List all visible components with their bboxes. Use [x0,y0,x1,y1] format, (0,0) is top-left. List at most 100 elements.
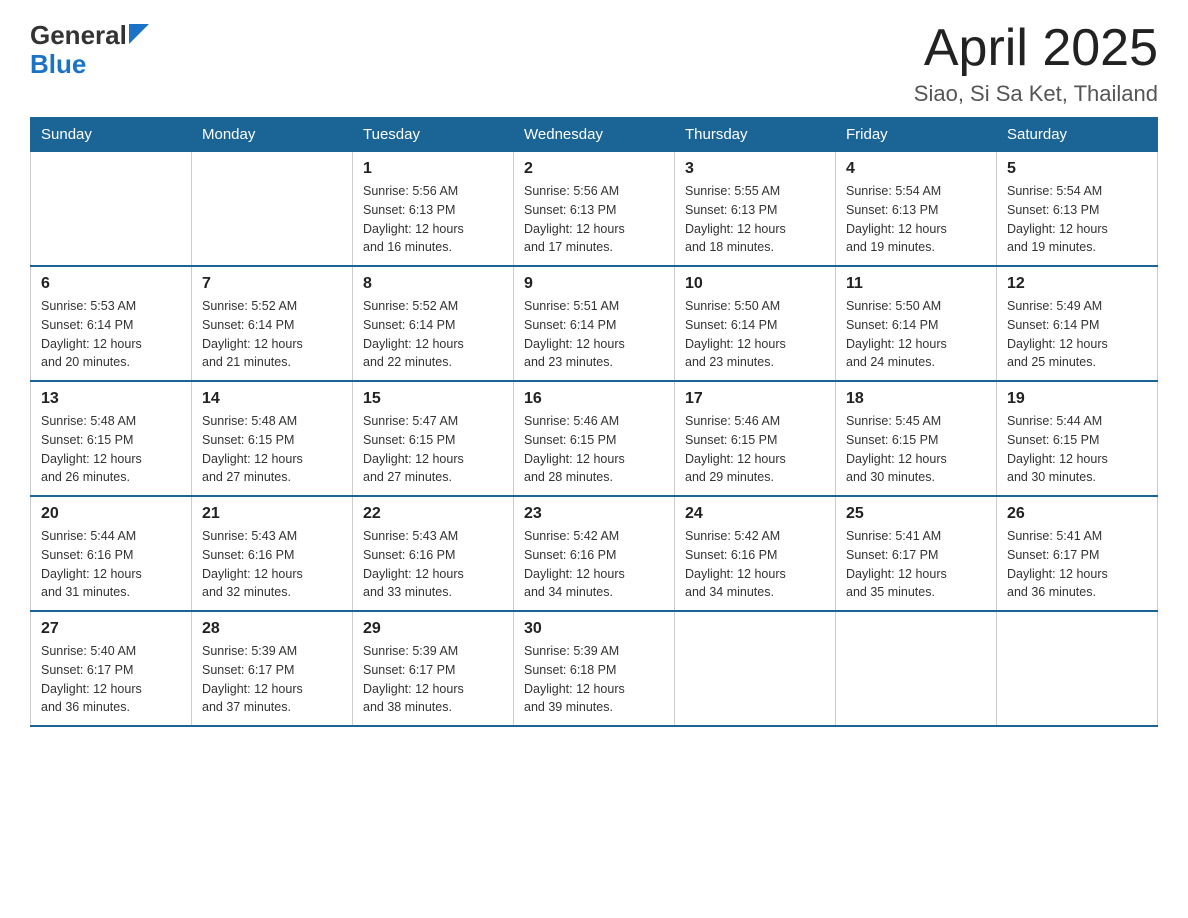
day-number: 27 [41,620,181,638]
day-info: Sunrise: 5:48 AM Sunset: 6:15 PM Dayligh… [41,412,181,487]
calendar-cell: 23 Sunrise: 5:42 AM Sunset: 6:16 PM Dayli… [514,496,675,611]
day-info: Sunrise: 5:42 AM Sunset: 6:16 PM Dayligh… [685,527,825,602]
calendar-cell [836,611,997,726]
day-number: 19 [1007,390,1147,408]
day-number: 1 [363,160,503,178]
day-info: Sunrise: 5:48 AM Sunset: 6:15 PM Dayligh… [202,412,342,487]
calendar-cell: 4 Sunrise: 5:54 AM Sunset: 6:13 PM Daylig… [836,152,997,267]
calendar-cell: 10 Sunrise: 5:50 AM Sunset: 6:14 PM Dayli… [675,266,836,381]
calendar-cell: 5 Sunrise: 5:54 AM Sunset: 6:13 PM Daylig… [997,152,1158,267]
header-saturday: Saturday [997,118,1158,152]
calendar-cell: 8 Sunrise: 5:52 AM Sunset: 6:14 PM Daylig… [353,266,514,381]
day-number: 22 [363,505,503,523]
day-info: Sunrise: 5:50 AM Sunset: 6:14 PM Dayligh… [846,297,986,372]
day-info: Sunrise: 5:41 AM Sunset: 6:17 PM Dayligh… [846,527,986,602]
day-info: Sunrise: 5:54 AM Sunset: 6:13 PM Dayligh… [1007,182,1147,257]
calendar-week-row: 13 Sunrise: 5:48 AM Sunset: 6:15 PM Dayli… [31,381,1158,496]
day-number: 10 [685,275,825,293]
day-number: 6 [41,275,181,293]
day-info: Sunrise: 5:40 AM Sunset: 6:17 PM Dayligh… [41,642,181,717]
logo-triangle-icon [129,24,149,44]
calendar-cell: 18Sunrise: 5:45 AM Sunset: 6:15 PM Dayli… [836,381,997,496]
day-number: 12 [1007,275,1147,293]
day-info: Sunrise: 5:44 AM Sunset: 6:15 PM Dayligh… [1007,412,1147,487]
day-number: 30 [524,620,664,638]
calendar-cell: 22 Sunrise: 5:43 AM Sunset: 6:16 PM Dayli… [353,496,514,611]
calendar-week-row: 27 Sunrise: 5:40 AM Sunset: 6:17 PM Dayli… [31,611,1158,726]
day-number: 9 [524,275,664,293]
day-info: Sunrise: 5:51 AM Sunset: 6:14 PM Dayligh… [524,297,664,372]
day-info: Sunrise: 5:53 AM Sunset: 6:14 PM Dayligh… [41,297,181,372]
day-info: Sunrise: 5:39 AM Sunset: 6:18 PM Dayligh… [524,642,664,717]
day-info: Sunrise: 5:55 AM Sunset: 6:13 PM Dayligh… [685,182,825,257]
day-number: 3 [685,160,825,178]
logo-general: General [30,20,127,51]
header-sunday: Sunday [31,118,192,152]
calendar-week-row: 20 Sunrise: 5:44 AM Sunset: 6:16 PM Dayli… [31,496,1158,611]
header-friday: Friday [836,118,997,152]
calendar-cell [997,611,1158,726]
calendar-cell: 12 Sunrise: 5:49 AM Sunset: 6:14 PM Dayli… [997,266,1158,381]
calendar-week-row: 6 Sunrise: 5:53 AM Sunset: 6:14 PM Daylig… [31,266,1158,381]
calendar-cell: 14 Sunrise: 5:48 AM Sunset: 6:15 PM Dayli… [192,381,353,496]
day-number: 23 [524,505,664,523]
day-info: Sunrise: 5:56 AM Sunset: 6:13 PM Dayligh… [524,182,664,257]
day-info: Sunrise: 5:56 AM Sunset: 6:13 PM Dayligh… [363,182,503,257]
day-number: 13 [41,390,181,408]
day-info: Sunrise: 5:52 AM Sunset: 6:14 PM Dayligh… [363,297,503,372]
day-number: 5 [1007,160,1147,178]
day-number: 24 [685,505,825,523]
calendar-cell: 11 Sunrise: 5:50 AM Sunset: 6:14 PM Dayli… [836,266,997,381]
day-info: Sunrise: 5:47 AM Sunset: 6:15 PM Dayligh… [363,412,503,487]
day-number: 18 [846,390,986,408]
calendar-cell: 27 Sunrise: 5:40 AM Sunset: 6:17 PM Dayli… [31,611,192,726]
day-number: 8 [363,275,503,293]
calendar-cell: 24 Sunrise: 5:42 AM Sunset: 6:16 PM Dayli… [675,496,836,611]
calendar-cell: 17Sunrise: 5:46 AM Sunset: 6:15 PM Dayli… [675,381,836,496]
day-number: 28 [202,620,342,638]
calendar-table: SundayMondayTuesdayWednesdayThursdayFrid… [30,117,1158,727]
day-info: Sunrise: 5:50 AM Sunset: 6:14 PM Dayligh… [685,297,825,372]
day-info: Sunrise: 5:54 AM Sunset: 6:13 PM Dayligh… [846,182,986,257]
calendar-header-row: SundayMondayTuesdayWednesdayThursdayFrid… [31,118,1158,152]
calendar-cell [31,152,192,267]
calendar-cell: 1 Sunrise: 5:56 AM Sunset: 6:13 PM Daylig… [353,152,514,267]
day-info: Sunrise: 5:49 AM Sunset: 6:14 PM Dayligh… [1007,297,1147,372]
calendar-cell: 28Sunrise: 5:39 AM Sunset: 6:17 PM Dayli… [192,611,353,726]
calendar-cell: 9 Sunrise: 5:51 AM Sunset: 6:14 PM Daylig… [514,266,675,381]
day-info: Sunrise: 5:43 AM Sunset: 6:16 PM Dayligh… [363,527,503,602]
day-number: 15 [363,390,503,408]
page-header: General Blue April 2025 Siao, Si Sa Ket,… [30,20,1158,107]
day-info: Sunrise: 5:39 AM Sunset: 6:17 PM Dayligh… [363,642,503,717]
calendar-cell: 3 Sunrise: 5:55 AM Sunset: 6:13 PM Daylig… [675,152,836,267]
month-title: April 2025 [914,20,1158,77]
day-number: 20 [41,505,181,523]
day-number: 4 [846,160,986,178]
day-info: Sunrise: 5:52 AM Sunset: 6:14 PM Dayligh… [202,297,342,372]
day-number: 21 [202,505,342,523]
header-wednesday: Wednesday [514,118,675,152]
day-info: Sunrise: 5:44 AM Sunset: 6:16 PM Dayligh… [41,527,181,602]
day-number: 25 [846,505,986,523]
day-info: Sunrise: 5:43 AM Sunset: 6:16 PM Dayligh… [202,527,342,602]
day-number: 14 [202,390,342,408]
header-thursday: Thursday [675,118,836,152]
calendar-cell: 26Sunrise: 5:41 AM Sunset: 6:17 PM Dayli… [997,496,1158,611]
location-text: Siao, Si Sa Ket, Thailand [914,81,1158,107]
header-monday: Monday [192,118,353,152]
day-number: 16 [524,390,664,408]
day-info: Sunrise: 5:41 AM Sunset: 6:17 PM Dayligh… [1007,527,1147,602]
calendar-cell: 21 Sunrise: 5:43 AM Sunset: 6:16 PM Dayli… [192,496,353,611]
day-info: Sunrise: 5:46 AM Sunset: 6:15 PM Dayligh… [524,412,664,487]
day-info: Sunrise: 5:46 AM Sunset: 6:15 PM Dayligh… [685,412,825,487]
calendar-cell: 13 Sunrise: 5:48 AM Sunset: 6:15 PM Dayli… [31,381,192,496]
day-number: 2 [524,160,664,178]
calendar-cell: 2 Sunrise: 5:56 AM Sunset: 6:13 PM Daylig… [514,152,675,267]
calendar-cell [192,152,353,267]
day-number: 11 [846,275,986,293]
calendar-cell [675,611,836,726]
calendar-week-row: 1 Sunrise: 5:56 AM Sunset: 6:13 PM Daylig… [31,152,1158,267]
day-number: 7 [202,275,342,293]
day-info: Sunrise: 5:42 AM Sunset: 6:16 PM Dayligh… [524,527,664,602]
header-tuesday: Tuesday [353,118,514,152]
